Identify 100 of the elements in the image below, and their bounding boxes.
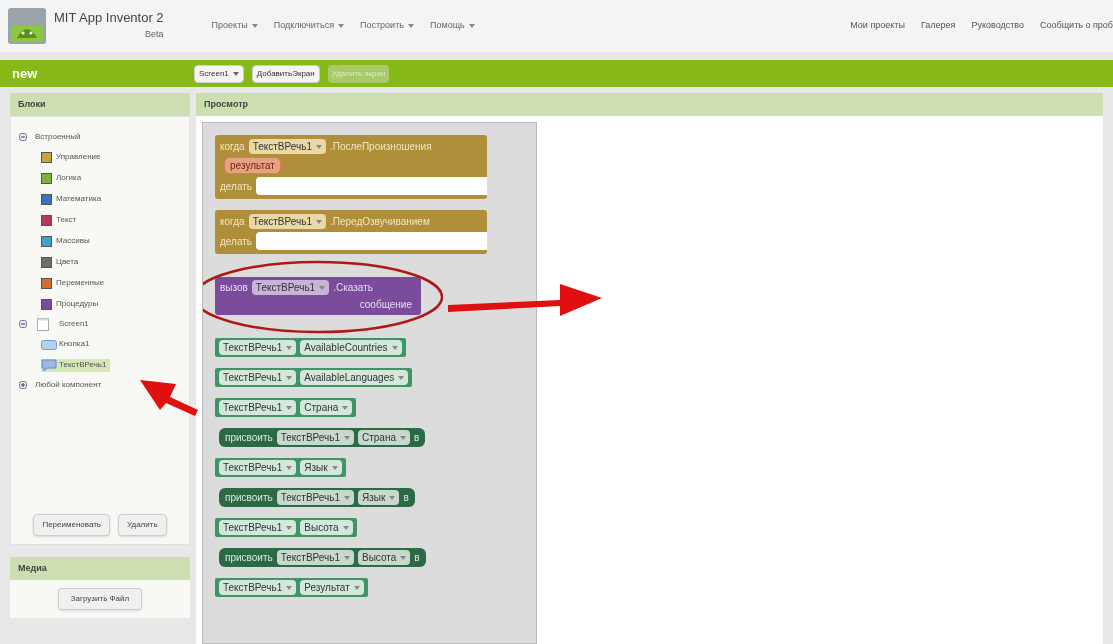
expand-icon[interactable] xyxy=(19,381,27,389)
property-setter-block[interactable]: присвоить ТекстВРечь1 Язык в xyxy=(219,488,415,507)
menu-item[interactable]: Подключиться xyxy=(273,19,344,33)
tree-item[interactable]: Массивы xyxy=(56,235,94,247)
block-label: присвоить xyxy=(225,551,273,565)
property-getter-block[interactable]: ТекстВРечь1 AvailableLanguages xyxy=(215,368,413,387)
menu-item[interactable]: Помощь xyxy=(429,19,475,33)
block-dropdown[interactable]: ТекстВРечь1 xyxy=(276,490,354,505)
caret-icon xyxy=(400,555,407,560)
block-dropdown[interactable]: ТекстВРечь1 xyxy=(276,550,354,565)
event-block[interactable]: когда ТекстВРечь1 .ПослеПроизношения результат делать xyxy=(215,135,487,199)
event-block[interactable]: когда ТекстВРечь1 .ПередОзвучиванием делать xyxy=(215,210,487,254)
block-dropdown[interactable]: AvailableLanguages xyxy=(300,370,409,385)
block-label: в xyxy=(403,491,409,505)
nav-link[interactable]: Мои проекты xyxy=(850,19,905,33)
block-dropdown[interactable]: ТекстВРечь1 xyxy=(219,400,297,415)
block-dropdown[interactable]: ТекстВРечь1 xyxy=(219,370,297,385)
block-dropdown[interactable]: Высота xyxy=(300,520,353,535)
panel-button[interactable]: Переименовать xyxy=(33,514,111,536)
tree-item[interactable]: Любой компонент xyxy=(35,379,102,391)
caret-icon xyxy=(331,465,338,470)
toolbar-button[interactable]: Screen1 xyxy=(194,64,244,83)
nav-link[interactable]: Сообщить о проб xyxy=(1040,19,1113,33)
caret-icon xyxy=(286,345,293,350)
toolbar-button[interactable]: ДобавитьЭкран xyxy=(251,64,320,83)
block-label: вызов xyxy=(220,281,248,295)
block-dropdown[interactable]: Язык xyxy=(358,490,400,505)
button-component-icon xyxy=(41,337,57,351)
block-dropdown[interactable]: Язык xyxy=(300,460,342,475)
property-getter-block[interactable]: ТекстВРечь1 Высота xyxy=(215,518,357,537)
caret-icon xyxy=(344,495,350,500)
tree-item[interactable]: Математика xyxy=(56,193,106,205)
screen-icon xyxy=(35,317,51,331)
block-dropdown[interactable]: ТекстВРечь1 xyxy=(219,520,297,535)
collapse-icon[interactable] xyxy=(19,133,27,141)
caret-icon xyxy=(286,375,293,380)
tree-item[interactable]: Кнопка1 xyxy=(41,337,94,351)
edition-label: Beta xyxy=(145,27,164,41)
property-getter-block[interactable]: ТекстВРечь1 AvailableCountries xyxy=(215,338,406,357)
pointer-arrow xyxy=(140,380,198,416)
parameter-label: результат xyxy=(224,157,281,174)
nav-link[interactable]: Руководство xyxy=(971,19,1025,33)
caret-icon xyxy=(389,495,396,500)
caret-icon xyxy=(315,219,322,224)
tree-item[interactable]: Переменные xyxy=(56,277,109,289)
property-getter-block[interactable]: ТекстВРечь1 Результат xyxy=(215,578,368,597)
tree-item[interactable]: Screen1 xyxy=(59,318,89,330)
block-dropdown[interactable]: ТекстВРечь1 xyxy=(219,460,297,475)
block-label: когда xyxy=(220,215,245,229)
property-getter-block[interactable]: ТекстВРечь1 Язык xyxy=(215,458,346,477)
block-dropdown[interactable]: ТекстВРечь1 xyxy=(251,280,330,295)
method-call-block[interactable]: вызов ТекстВРечь1 .Сказать сообщение xyxy=(215,277,421,315)
property-setter-block[interactable]: присвоить ТекстВРечь1 Высота в xyxy=(219,548,426,567)
caret-icon xyxy=(342,525,349,530)
nav-link[interactable]: Галерея xyxy=(920,19,956,33)
block-dropdown[interactable]: AvailableCountries xyxy=(300,340,402,355)
block-dropdown[interactable]: ТекстВРечь1 xyxy=(219,340,297,355)
caret-icon xyxy=(319,285,326,290)
tree-item[interactable]: Текст xyxy=(56,214,81,226)
menu-item[interactable]: Построить xyxy=(360,19,414,33)
caret-icon xyxy=(391,345,398,350)
caret-icon xyxy=(407,24,414,28)
menu-item[interactable]: Проекты xyxy=(211,19,258,33)
caret-icon xyxy=(286,405,293,410)
block-label: в xyxy=(414,431,420,445)
speech-bubble-icon xyxy=(41,358,57,372)
block-dropdown[interactable]: Результат xyxy=(300,580,364,595)
block-dropdown[interactable]: ТекстВРечь1 xyxy=(219,580,297,595)
block-dropdown[interactable]: Страна xyxy=(300,400,353,415)
upload-button[interactable]: Загрузить Файл xyxy=(57,588,143,610)
tree-item[interactable]: Процедуры xyxy=(56,298,103,310)
property-setter-block[interactable]: присвоить ТекстВРечь1 Страна в xyxy=(219,428,426,447)
panel-title: Блоки xyxy=(18,97,46,111)
block-dropdown[interactable]: ТекстВРечь1 xyxy=(276,430,354,445)
caret-icon xyxy=(400,435,406,440)
block-dropdown[interactable]: Страна xyxy=(358,430,410,445)
caret-icon xyxy=(398,375,405,380)
tree-item[interactable]: ТекстВРечь1 xyxy=(41,358,111,372)
block-label: сообщение xyxy=(359,298,412,312)
panel-title: Просмотр xyxy=(204,97,249,111)
property-getter-block[interactable]: ТекстВРечь1 Страна xyxy=(215,398,357,417)
caret-icon xyxy=(286,525,293,530)
block-dropdown[interactable]: ТекстВРечь1 xyxy=(248,214,326,229)
app-title: MIT App Inventor 2 xyxy=(54,9,164,27)
block-label: .ПередОзвучиванием xyxy=(329,215,430,229)
caret-icon xyxy=(353,585,360,590)
block-dropdown[interactable]: Высота xyxy=(358,550,411,565)
block-label: .ПослеПроизношения xyxy=(329,140,432,154)
tree-item[interactable]: Управление xyxy=(56,151,105,163)
caret-icon xyxy=(342,405,349,410)
tree-item[interactable]: Встроенный xyxy=(35,131,81,143)
block-dropdown[interactable]: ТекстВРечь1 xyxy=(248,139,326,154)
block-label: присвоить xyxy=(225,431,273,445)
collapse-icon[interactable] xyxy=(19,320,27,328)
caret-icon xyxy=(286,585,293,590)
panel-title: Медиа xyxy=(18,561,47,575)
tree-item[interactable]: Логика xyxy=(56,172,86,184)
panel-button[interactable]: Удалить xyxy=(118,514,167,536)
caret-icon xyxy=(344,555,350,560)
tree-item[interactable]: Цвета xyxy=(56,256,83,268)
